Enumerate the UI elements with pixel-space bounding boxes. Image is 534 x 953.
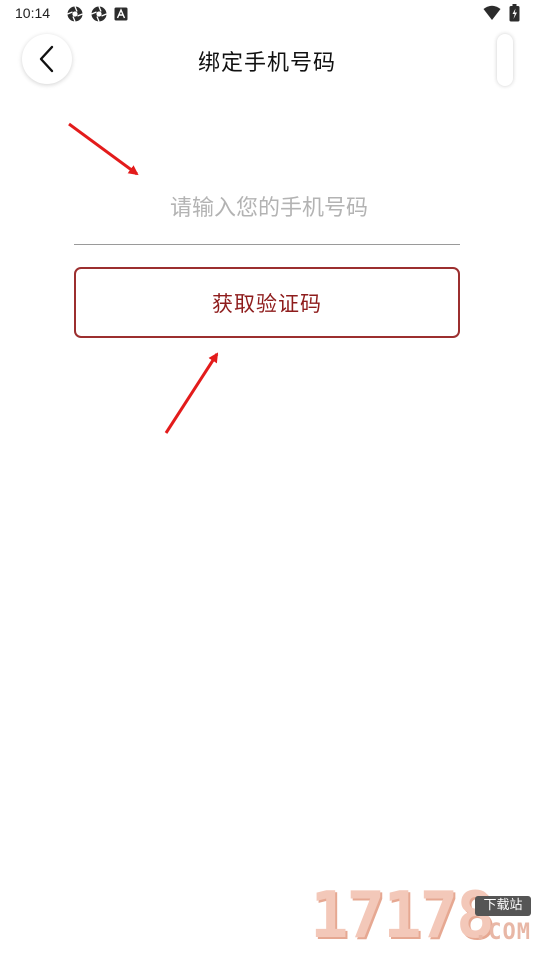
annotation-arrows (68, 122, 219, 434)
watermark-badge: 下载站 (475, 896, 531, 916)
watermark-digits: 17178 (310, 879, 495, 953)
arrow-to-input (68, 122, 139, 176)
watermark-logo: 17178 下载站 .COM (310, 884, 532, 948)
watermark-domain: .COM (474, 920, 531, 945)
arrow-to-button (164, 352, 219, 434)
